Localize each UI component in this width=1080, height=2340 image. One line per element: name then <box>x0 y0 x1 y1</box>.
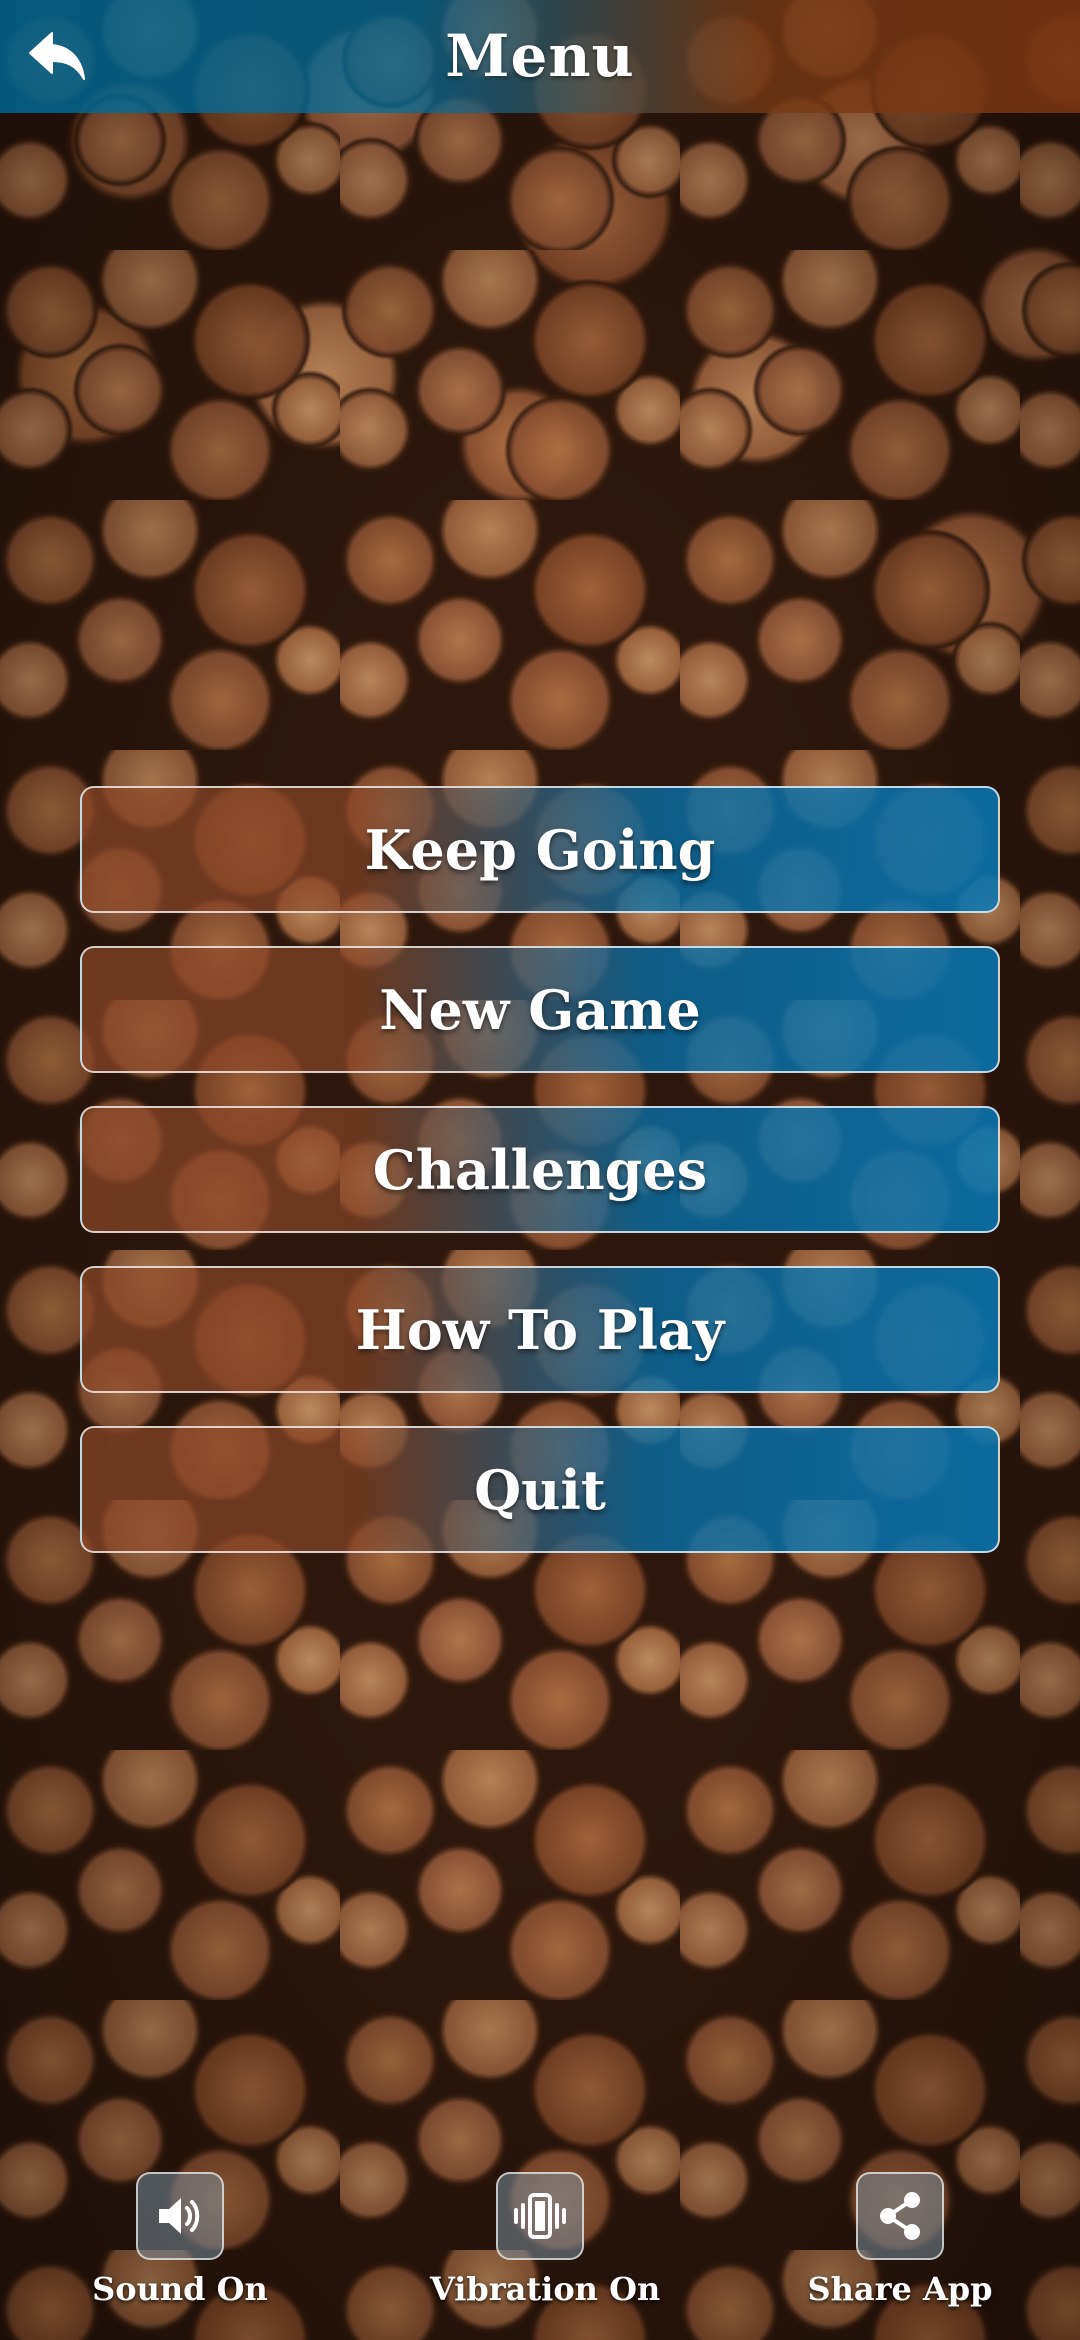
speaker-icon <box>136 2172 224 2260</box>
back-button[interactable] <box>18 22 98 92</box>
sound-label: Sound On <box>92 2270 268 2308</box>
share-icon <box>856 2172 944 2260</box>
vibration-label: Vibration On <box>430 2270 661 2308</box>
quit-button[interactable]: Quit <box>80 1426 1000 1553</box>
share-label: Share App <box>807 2270 993 2308</box>
main-menu: Keep Going New Game Challenges How To Pl… <box>80 786 1000 1586</box>
page-title: Menu <box>445 22 635 90</box>
header-bar: Menu <box>0 0 1080 113</box>
keep-going-button[interactable]: Keep Going <box>80 786 1000 913</box>
vibration-icon <box>496 2172 584 2260</box>
how-to-play-button[interactable]: How To Play <box>80 1266 1000 1393</box>
challenges-button[interactable]: Challenges <box>80 1106 1000 1233</box>
new-game-button[interactable]: New Game <box>80 946 1000 1073</box>
bottom-toolbar: Sound On Vibration On Share App <box>0 2170 1080 2340</box>
back-arrow-icon <box>29 32 85 80</box>
vibration-toggle[interactable]: Vibration On <box>430 2170 661 2330</box>
sound-toggle[interactable]: Sound On <box>70 2170 290 2330</box>
share-app-button[interactable]: Share App <box>790 2170 1010 2330</box>
